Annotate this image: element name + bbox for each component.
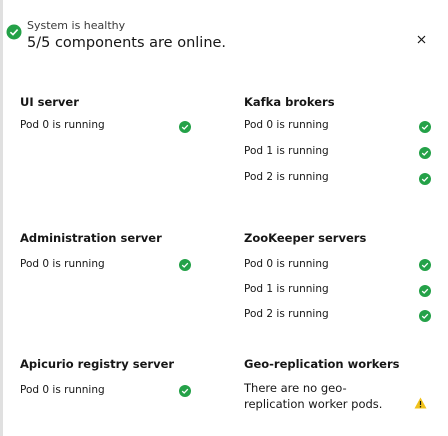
section-title-kafka-brokers: Kafka brokers [244, 95, 335, 109]
warning-triangle-icon [414, 397, 427, 409]
system-health-panel: System is healthy 5/5 components are onl… [3, 0, 448, 436]
pod-status-text: Pod 2 is running [244, 171, 329, 183]
checkmark-filled-icon [419, 121, 431, 133]
checkmark-filled-icon [6, 24, 22, 40]
section-title-ui-server: UI server [20, 95, 79, 109]
health-status-label: System is healthy [27, 19, 126, 32]
checkmark-filled-icon [419, 310, 431, 322]
checkmark-filled-icon [419, 259, 431, 271]
geo-replication-message: There are no geo-replication worker pods… [244, 381, 383, 411]
section-title-geo-replication-workers: Geo-replication workers [244, 357, 400, 371]
panel-header: System is healthy 5/5 components are onl… [3, 0, 448, 62]
close-icon [417, 35, 425, 43]
pod-status-text: Pod 0 is running [20, 258, 105, 270]
section-title-apicurio-registry-server: Apicurio registry server [20, 357, 175, 371]
section-title-administration-server: Administration server [20, 231, 162, 245]
pod-status-text: Pod 1 is running [244, 145, 329, 157]
close-button[interactable] [414, 32, 428, 46]
checkmark-filled-icon [419, 285, 431, 297]
checkmark-filled-icon [419, 147, 431, 159]
pod-status-text: Pod 0 is running [20, 384, 105, 396]
pod-status-text: Pod 2 is running [244, 308, 329, 320]
components-summary: 5/5 components are online. [27, 35, 227, 51]
pod-status-text: Pod 0 is running [244, 119, 329, 131]
pod-status-text: Pod 0 is running [244, 258, 329, 270]
section-title-zookeeper-servers: ZooKeeper servers [244, 231, 367, 245]
checkmark-filled-icon [179, 121, 191, 133]
pod-status-text: Pod 0 is running [20, 119, 105, 131]
pod-status-text: Pod 1 is running [244, 283, 329, 295]
checkmark-filled-icon [179, 259, 191, 271]
checkmark-filled-icon [179, 385, 191, 397]
checkmark-filled-icon [419, 173, 431, 185]
